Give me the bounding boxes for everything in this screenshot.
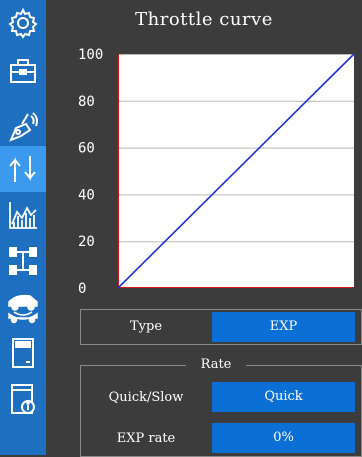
y-tick-label: 100 — [78, 47, 103, 63]
sidebar-item-throttle[interactable] — [0, 146, 46, 192]
rate-group: Quick/Slow Quick EXP rate 0% — [80, 365, 362, 457]
transmitter-icon — [9, 112, 38, 142]
car-icon — [8, 294, 38, 324]
chassis-icon — [9, 247, 37, 275]
sidebar-item-settings[interactable] — [0, 0, 46, 46]
sd-card-icon — [12, 338, 34, 368]
sidebar-item-storage[interactable] — [0, 330, 46, 376]
sidebar-item-vehicle[interactable] — [0, 284, 46, 330]
y-tick-labels: 100 80 60 40 20 0 — [78, 47, 103, 297]
y-tick-label: 40 — [78, 187, 95, 203]
exp-rate-label: EXP rate — [116, 431, 176, 446]
gear-icon — [8, 7, 38, 39]
graph-icon — [9, 202, 37, 229]
y-tick-label: 20 — [78, 234, 95, 250]
exp-rate-value[interactable]: 0% — [212, 423, 355, 453]
y-tick-label: 80 — [78, 94, 95, 110]
info-card-icon — [11, 384, 35, 414]
sidebar-item-transmitter[interactable] — [0, 104, 46, 150]
quick-slow-selector[interactable]: Quick — [212, 382, 355, 412]
type-row: Type EXP — [80, 309, 362, 345]
sidebar-item-curve[interactable] — [0, 192, 46, 238]
sidebar-item-toolbox[interactable] — [0, 48, 46, 94]
quick-slow-label: Quick/Slow — [108, 390, 184, 405]
y-tick-label: 60 — [78, 141, 95, 157]
main-panel: Throttle curve 100 80 60 40 20 0 Type EXP Qui… — [46, 0, 362, 457]
sidebar-item-info[interactable] — [0, 376, 46, 422]
rate-group-title: Rate — [186, 357, 246, 372]
sidebar-item-chassis[interactable] — [0, 238, 46, 284]
sidebar — [0, 0, 46, 455]
throttle-curve-chart[interactable]: 100 80 60 40 20 0 — [46, 0, 362, 300]
toolbox-icon — [10, 59, 36, 83]
up-down-arrows-icon — [9, 156, 36, 182]
y-tick-label: 0 — [78, 281, 86, 297]
type-label: Type — [129, 319, 163, 334]
type-selector[interactable]: EXP — [212, 312, 355, 342]
